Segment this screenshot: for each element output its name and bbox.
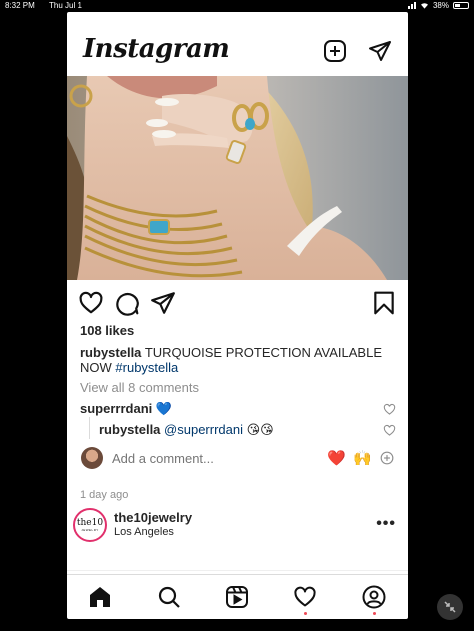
status-bar: 8:32 PM Thu Jul 1 38% [0,0,474,12]
collapse-window-button[interactable] [437,594,463,620]
next-post-location[interactable]: Los Angeles [114,526,174,538]
comment-row: superrrdani 💙 [80,401,172,416]
caption-hashtag[interactable]: #rubystella [115,360,178,375]
post-image[interactable] [67,76,408,280]
comment-username[interactable]: superrrdani [80,401,152,416]
instagram-app: Instagram 108 likes rubystella TURQUOISE… [67,12,408,619]
direct-message-icon[interactable] [368,39,392,63]
reply-mention[interactable]: @superrrdani [164,422,243,437]
add-emoji-plus-icon[interactable] [380,451,394,465]
brand-avatar[interactable]: the10 JEWELRY [73,508,107,542]
brand-avatar-subtext: JEWELRY [81,527,99,532]
comment-text: 💙 [155,401,173,416]
status-time: 8:32 PM [5,1,35,10]
comment-icon[interactable] [114,290,140,316]
like-heart-icon[interactable] [78,290,104,316]
signal-icon [407,2,416,9]
profile-notification-dot [373,612,376,615]
save-bookmark-icon[interactable] [371,290,397,316]
activity-notification-dot [304,612,307,615]
battery-percent: 38% [432,1,449,10]
quick-emoji-raised-hands[interactable]: 🙌 [353,449,372,467]
add-comment-bar: ❤️ 🙌 [80,445,398,473]
bottom-tab-bar [67,574,408,619]
wifi-icon [420,3,428,9]
new-post-icon[interactable] [323,39,347,63]
next-post-header: the10 JEWELRY the10jewelry Los Angeles •… [67,507,408,567]
status-date: Thu Jul 1 [49,1,82,10]
view-all-comments-link[interactable]: View all 8 comments [80,380,199,395]
post-timestamp: 1 day ago [80,489,129,501]
brand-avatar-text: the10 [76,517,104,528]
divider [67,570,408,571]
reply-thread-line [89,417,90,439]
instagram-logo[interactable]: Instagram [83,34,230,64]
collapse-arrows-icon [444,601,456,613]
caption-username[interactable]: rubystella [80,345,141,360]
reply-username[interactable]: rubystella [99,422,160,437]
home-icon[interactable] [88,585,112,609]
post-photo [67,76,408,280]
post-caption: rubystella TURQUOISE PROTECTION AVAILABL… [80,345,395,375]
likes-count[interactable]: 108 likes [80,323,134,338]
reels-icon[interactable] [225,585,249,609]
reply-like-heart-icon[interactable] [383,424,396,437]
comment-like-heart-icon[interactable] [383,403,396,416]
reply-row: rubystella @superrrdani 😘😘 [99,422,274,437]
add-comment-input[interactable] [112,451,292,466]
quick-emoji-heart[interactable]: ❤️ [327,449,346,467]
battery-icon [453,2,469,9]
reply-text: 😘😘 [246,422,274,437]
current-user-avatar [81,447,103,469]
activity-heart-icon[interactable] [293,585,317,609]
next-post-username[interactable]: the10jewelry [114,510,192,525]
post-actions [67,290,408,316]
share-icon[interactable] [150,290,176,316]
profile-icon[interactable] [362,585,386,609]
app-header: Instagram [67,12,408,76]
search-icon[interactable] [157,585,181,609]
more-options-icon[interactable]: ••• [376,515,396,533]
